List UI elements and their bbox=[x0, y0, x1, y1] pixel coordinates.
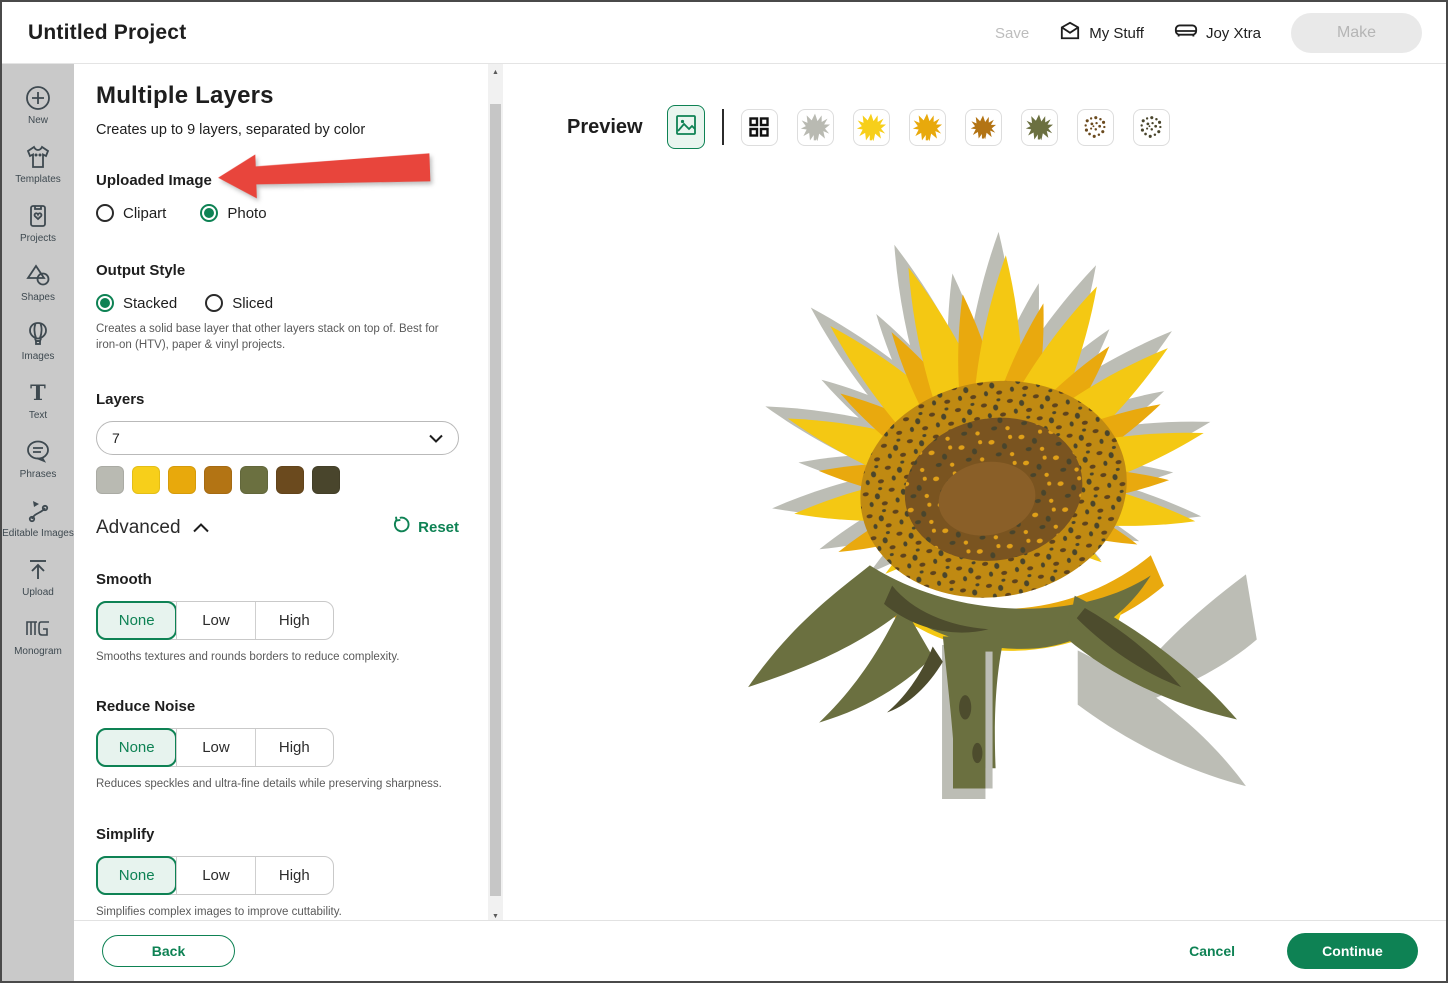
chevron-down-icon bbox=[429, 430, 443, 446]
sidebar-item-monogram[interactable]: Monogram bbox=[2, 607, 74, 666]
radio-dot bbox=[205, 294, 223, 312]
vector-nodes-icon bbox=[24, 497, 52, 525]
radio-dot bbox=[200, 204, 218, 222]
smooth-description: Smooths textures and rounds borders to r… bbox=[96, 649, 448, 665]
layer-swatches bbox=[96, 466, 460, 494]
panel-title: Multiple Layers bbox=[96, 82, 460, 110]
plus-circle-icon bbox=[24, 84, 52, 112]
sidebar-item-shapes[interactable]: Shapes bbox=[2, 253, 74, 312]
preview-title: Preview bbox=[567, 116, 643, 139]
layer-swatch-3[interactable] bbox=[168, 466, 196, 494]
sunflower-preview-image bbox=[598, 139, 1308, 799]
top-bar-actions: Save My Stuff Joy Xtra Make bbox=[995, 2, 1422, 64]
layer-swatch-4[interactable] bbox=[204, 466, 232, 494]
reduce-noise-description: Reduces speckles and ultra-fine details … bbox=[96, 776, 448, 792]
simplify-description: Simplifies complex images to improve cut… bbox=[96, 904, 448, 920]
save-button[interactable]: Save bbox=[995, 25, 1029, 42]
reduce-noise-low-button[interactable]: Low bbox=[176, 729, 254, 766]
reset-button[interactable]: Reset bbox=[392, 516, 459, 539]
sidebar-item-upload[interactable]: Upload bbox=[2, 548, 74, 607]
output-style-options: Stacked Sliced bbox=[96, 294, 460, 312]
sidebar-item-new[interactable]: New bbox=[2, 76, 74, 135]
simplify-none-button[interactable]: None bbox=[96, 856, 177, 895]
app-window: Untitled Project Save My Stuff Joy Xtra … bbox=[0, 0, 1448, 983]
layers-label: Layers bbox=[96, 391, 460, 408]
smooth-low-button[interactable]: Low bbox=[176, 602, 254, 639]
project-card-icon bbox=[24, 202, 52, 230]
bottom-action-bar: Back Cancel Continue bbox=[74, 920, 1446, 981]
image-icon bbox=[675, 114, 697, 141]
sidebar-item-editable-images[interactable]: Editable Images bbox=[2, 489, 74, 548]
smooth-none-button[interactable]: None bbox=[96, 601, 177, 640]
radio-sliced[interactable]: Sliced bbox=[205, 294, 273, 312]
footer-right-actions: Cancel Continue bbox=[1189, 933, 1418, 969]
reduce-noise-segmented-control: None Low High bbox=[96, 728, 334, 767]
sidebar-item-projects[interactable]: Projects bbox=[2, 194, 74, 253]
speech-bubble-icon bbox=[24, 438, 52, 466]
reduce-noise-none-button[interactable]: None bbox=[96, 728, 177, 767]
grid-icon bbox=[748, 116, 770, 138]
simplify-label: Simplify bbox=[96, 826, 460, 843]
layer-swatch-2[interactable] bbox=[132, 466, 160, 494]
sidebar-item-images[interactable]: Images bbox=[2, 312, 74, 371]
advanced-toggle[interactable]: Advanced bbox=[96, 517, 209, 539]
my-stuff-button[interactable]: My Stuff bbox=[1059, 21, 1144, 45]
monogram-icon bbox=[23, 615, 53, 643]
layer-swatch-1[interactable] bbox=[96, 466, 124, 494]
simplify-high-button[interactable]: High bbox=[255, 857, 333, 894]
layers-settings-panel: Multiple Layers Creates up to 9 layers, … bbox=[74, 64, 488, 924]
inbox-icon bbox=[1059, 21, 1081, 45]
sidebar-item-text[interactable]: T Text bbox=[2, 371, 74, 430]
scroll-thumb[interactable] bbox=[490, 104, 501, 896]
reduce-noise-high-button[interactable]: High bbox=[255, 729, 333, 766]
machine-select-button[interactable]: Joy Xtra bbox=[1174, 22, 1261, 44]
text-icon: T bbox=[24, 379, 52, 407]
chevron-up-icon bbox=[193, 517, 209, 539]
top-bar: Untitled Project Save My Stuff Joy Xtra … bbox=[2, 2, 1446, 64]
layer-swatch-6[interactable] bbox=[276, 466, 304, 494]
continue-button[interactable]: Continue bbox=[1287, 933, 1418, 969]
radio-photo[interactable]: Photo bbox=[200, 204, 266, 222]
back-button[interactable]: Back bbox=[102, 935, 235, 967]
tshirt-icon bbox=[24, 143, 52, 171]
layer-swatch-7[interactable] bbox=[312, 466, 340, 494]
upload-icon bbox=[24, 556, 52, 584]
cutting-machine-icon bbox=[1174, 22, 1198, 44]
balloon-icon bbox=[24, 320, 52, 348]
cancel-button[interactable]: Cancel bbox=[1189, 943, 1235, 959]
simplify-low-button[interactable]: Low bbox=[176, 857, 254, 894]
smooth-segmented-control: None Low High bbox=[96, 601, 334, 640]
sidebar-item-phrases[interactable]: Phrases bbox=[2, 430, 74, 489]
advanced-row: Advanced Reset bbox=[96, 516, 459, 539]
make-button[interactable]: Make bbox=[1291, 13, 1422, 53]
layer-swatch-5[interactable] bbox=[240, 466, 268, 494]
layers-count-value: 7 bbox=[112, 430, 120, 446]
uploaded-image-options: Clipart Photo bbox=[96, 204, 460, 222]
simplify-segmented-control: None Low High bbox=[96, 856, 334, 895]
sidebar-item-templates[interactable]: Templates bbox=[2, 135, 74, 194]
project-title[interactable]: Untitled Project bbox=[28, 21, 186, 45]
svg-text:T: T bbox=[30, 380, 46, 405]
panel-subtitle: Creates up to 9 layers, separated by col… bbox=[96, 122, 460, 138]
scroll-up-arrow[interactable]: ▲ bbox=[488, 64, 503, 80]
radio-dot bbox=[96, 294, 114, 312]
radio-dot bbox=[96, 204, 114, 222]
smooth-label: Smooth bbox=[96, 571, 460, 588]
output-style-label: Output Style bbox=[96, 262, 460, 279]
preview-area: Preview bbox=[503, 64, 1446, 924]
output-style-description: Creates a solid base layer that other la… bbox=[96, 321, 448, 353]
shapes-icon bbox=[24, 261, 52, 289]
uploaded-image-label: Uploaded Image bbox=[96, 172, 460, 189]
reset-undo-icon bbox=[392, 516, 411, 539]
radio-stacked[interactable]: Stacked bbox=[96, 294, 177, 312]
reduce-noise-label: Reduce Noise bbox=[96, 698, 460, 715]
panel-scrollbar[interactable]: ▲ ▼ bbox=[488, 64, 503, 924]
nav-sidebar: New Templates Projects Shapes Images T T… bbox=[2, 64, 74, 981]
smooth-high-button[interactable]: High bbox=[255, 602, 333, 639]
layers-count-select[interactable]: 7 bbox=[96, 421, 459, 455]
radio-clipart[interactable]: Clipart bbox=[96, 204, 166, 222]
